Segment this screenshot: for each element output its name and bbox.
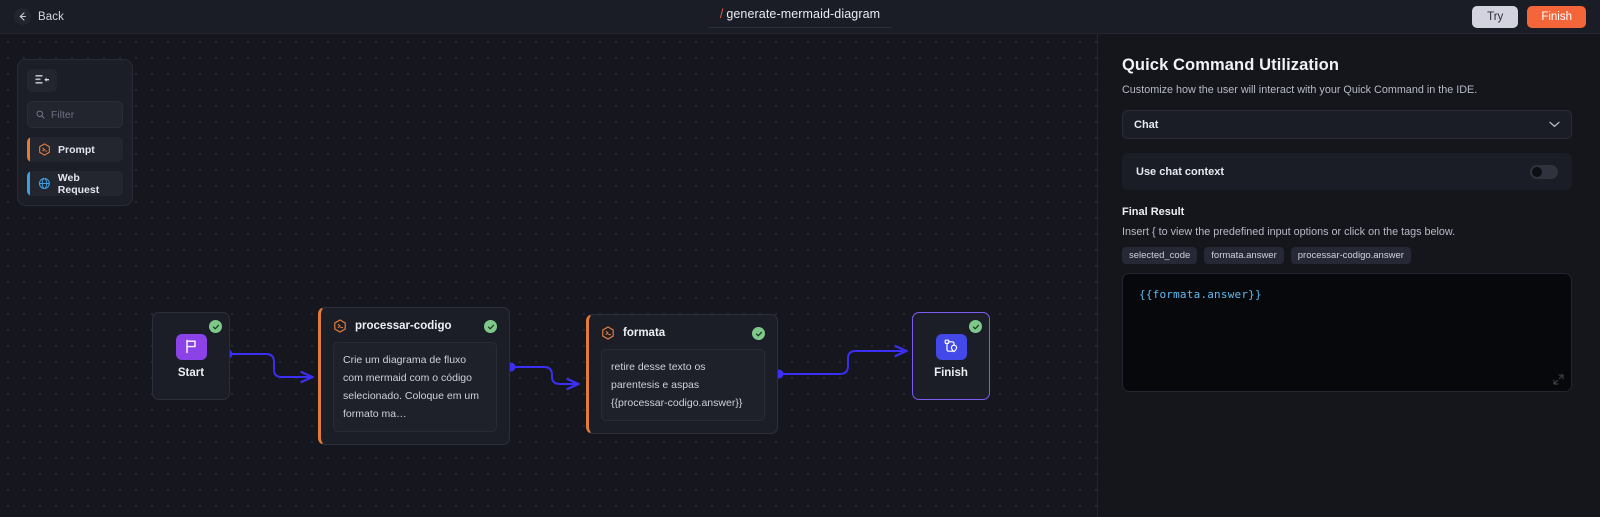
node-library-panel: Prompt Web Request — [17, 59, 133, 206]
chevron-down-icon — [1549, 121, 1560, 128]
filter-input[interactable] — [50, 108, 114, 121]
finish-button[interactable]: Finish — [1527, 6, 1586, 28]
arrow-left-icon — [14, 8, 31, 25]
variable-tags: selected_code formata.answer processar-c… — [1122, 247, 1572, 264]
sidebar-title: Quick Command Utilization — [1122, 56, 1340, 74]
prompt-hexagon-icon — [334, 319, 346, 333]
status-badge-ok — [484, 320, 497, 333]
sidebar-subtitle: Customize how the user will interact wit… — [1122, 84, 1478, 96]
prompt-hexagon-icon — [39, 143, 50, 156]
back-button[interactable]: Back — [14, 8, 64, 25]
flow-node-processar-codigo[interactable]: processar-codigo Crie um diagrama de flu… — [318, 307, 510, 446]
flow-canvas[interactable]: Prompt Web Request — [0, 34, 1097, 517]
final-result-title: Final Result — [1122, 206, 1185, 218]
globe-icon — [38, 178, 50, 189]
library-item-label: Prompt — [58, 143, 95, 156]
use-chat-context-row: Use chat context — [1122, 153, 1572, 190]
collapse-panel-icon[interactable] — [27, 69, 57, 92]
flow-node-label: processar-codigo — [355, 320, 452, 332]
workflow-builder: Back / generate-mermaid-diagram Try Fini… — [0, 0, 1600, 517]
mode-select[interactable]: Chat — [1122, 110, 1572, 139]
flow-node-finish[interactable]: Finish — [912, 312, 990, 400]
route-icon — [935, 333, 967, 360]
top-bar: Back / generate-mermaid-diagram Try Fini… — [0, 0, 1600, 34]
resize-handle-icon[interactable] — [1553, 374, 1564, 385]
library-item-web-request[interactable]: Web Request — [27, 171, 123, 196]
library-item-label: Web Request — [57, 171, 100, 196]
status-badge-ok — [752, 327, 765, 340]
final-result-editor[interactable]: {{formata.answer}} — [1122, 273, 1572, 392]
search-icon — [36, 110, 45, 119]
flow-node-formata[interactable]: formata retire desse texto os parentesis… — [586, 314, 778, 435]
breadcrumb: / generate-mermaid-diagram — [707, 3, 893, 28]
flag-icon — [175, 333, 207, 360]
use-chat-context-toggle[interactable] — [1530, 164, 1558, 179]
try-button[interactable]: Try — [1472, 6, 1519, 28]
use-chat-context-label: Use chat context — [1136, 165, 1225, 178]
variable-tag[interactable]: formata.answer — [1204, 247, 1284, 264]
mode-select-value: Chat — [1134, 118, 1159, 131]
flow-node-label: formata — [623, 327, 666, 339]
library-item-prompt[interactable]: Prompt — [27, 137, 123, 162]
flow-node-body: retire desse texto os parentesis e aspas… — [601, 349, 765, 422]
flow-node-label: Finish — [934, 366, 968, 379]
flow-node-label: Start — [177, 366, 205, 379]
toggle-knob — [1532, 166, 1542, 177]
library-search[interactable] — [27, 101, 123, 128]
breadcrumb-slash: / — [719, 7, 724, 21]
back-label: Back — [38, 10, 64, 23]
prompt-hexagon-icon — [602, 326, 614, 340]
status-badge-ok — [969, 320, 982, 333]
flow-node-start[interactable]: Start — [152, 312, 230, 400]
status-badge-ok — [209, 320, 222, 333]
flow-node-body: Crie um diagrama de fluxo com mermaid co… — [333, 342, 497, 433]
config-sidebar: Quick Command Utilization Customize how … — [1097, 34, 1600, 517]
flow-edges — [223, 34, 1097, 517]
variable-tag[interactable]: processar-codigo.answer — [1290, 247, 1411, 264]
final-result-hint: Insert { to view the predefined input op… — [1122, 226, 1456, 238]
page-title: generate-mermaid-diagram — [726, 7, 881, 21]
topbar-actions: Try Finish — [1472, 0, 1586, 34]
final-result-code: {{formata.answer}} — [1139, 288, 1262, 301]
variable-tag[interactable]: selected_code — [1122, 247, 1198, 264]
